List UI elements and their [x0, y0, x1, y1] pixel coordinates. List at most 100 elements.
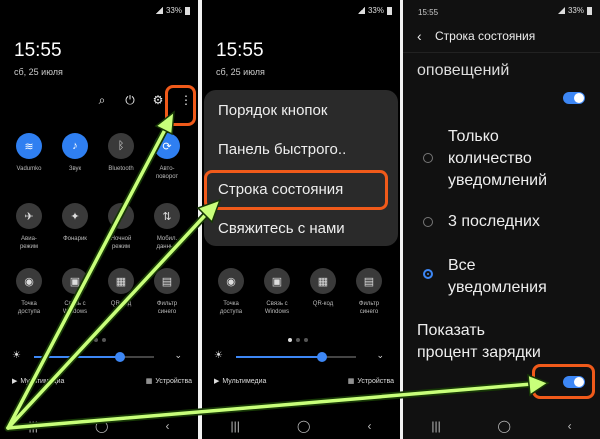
windows-link-icon[interactable]: ▣: [62, 268, 88, 294]
radio-last-three[interactable]: [423, 217, 433, 227]
quick-tile-label: Связь с Windows: [264, 301, 290, 315]
quick-tile[interactable]: ▤ Фильтр синего: [346, 268, 392, 316]
auto-rotate-icon[interactable]: ⟳: [154, 133, 180, 159]
menu-item-button-order[interactable]: Порядок кнопок: [218, 102, 327, 119]
qr-code-icon[interactable]: ▦: [310, 268, 336, 294]
quick-tile-label: Фильтр синего: [156, 301, 178, 315]
quick-tile-label: Ночной режим: [110, 236, 132, 250]
bluetooth-icon[interactable]: ᛒ: [108, 133, 134, 159]
quick-tile-label: QR-код: [110, 301, 132, 307]
mobile-data-icon[interactable]: ⇅: [154, 203, 180, 229]
recent-apps-icon[interactable]: |||: [231, 419, 240, 433]
navigation-bar: ||| ◯ ‹: [0, 419, 198, 433]
hotspot-icon[interactable]: ◉: [16, 268, 42, 294]
devices-button[interactable]: ▦ Устройства: [348, 377, 394, 385]
quick-tile[interactable]: ◉ Точка доступа: [208, 268, 254, 316]
menu-item-quick-panel[interactable]: Панель быстрого..: [218, 141, 346, 158]
media-button[interactable]: ▶ Мультимедиа: [12, 377, 64, 385]
quick-tile[interactable]: ♪ Звук: [52, 133, 98, 181]
option-all[interactable]: Все уведомления: [448, 255, 547, 299]
status-bar: 33%: [557, 6, 592, 15]
quick-tile-label: Звук: [68, 166, 82, 172]
quick-tile-label: Точка доступа: [219, 301, 243, 315]
menu-item-contact-us[interactable]: Свяжитесь с нами: [218, 220, 345, 237]
home-icon[interactable]: ◯: [297, 419, 310, 433]
home-icon[interactable]: ◯: [497, 419, 510, 433]
option-count-only[interactable]: Только количество уведомлений: [448, 126, 547, 192]
home-icon[interactable]: ◯: [95, 419, 108, 433]
page-dot: [288, 338, 292, 342]
media-button[interactable]: ▶ Мультимедиа: [214, 377, 266, 385]
page-title: Строка состояния: [435, 29, 536, 43]
grid-icon: ▦: [145, 378, 153, 385]
brightness-slider[interactable]: ☀ ⌄: [12, 350, 188, 364]
quick-tile-label: Авиа- режим: [19, 236, 39, 250]
quick-tile[interactable]: ▣ Связь с Windows: [52, 268, 98, 316]
quick-tile[interactable]: ✈ Авиа- режим: [6, 203, 52, 251]
quick-tile[interactable]: ◉ Точка доступа: [6, 268, 52, 316]
quick-tile[interactable]: ▤ Фильтр синего: [144, 268, 190, 316]
quick-tile[interactable]: ⇅ Мобил. данные: [144, 203, 190, 251]
recent-apps-icon[interactable]: |||: [29, 419, 38, 433]
recent-apps-icon[interactable]: |||: [431, 419, 440, 433]
overflow-menu: Порядок кнопок Панель быстрого.. Строка …: [204, 90, 398, 246]
radio-count-only[interactable]: [423, 153, 433, 163]
devices-label: Устройства: [155, 378, 192, 385]
brightness-knob[interactable]: [317, 352, 328, 362]
quick-tile[interactable]: ≋ Vadumko: [6, 133, 52, 181]
flashlight-icon[interactable]: ✦: [62, 203, 88, 229]
status-bar: 33%: [357, 6, 392, 15]
battery-percent: 33%: [367, 6, 384, 15]
brightness-knob[interactable]: [115, 352, 126, 362]
quick-tile[interactable]: ⟳ Авто- поворот: [144, 133, 190, 181]
windows-link-icon[interactable]: ▣: [264, 268, 290, 294]
header-divider: [403, 52, 600, 53]
back-icon[interactable]: ‹: [367, 419, 371, 433]
blue-filter-icon[interactable]: ▤: [356, 268, 382, 294]
signal-icon: [557, 7, 565, 14]
highlight-percent-toggle: [532, 364, 595, 399]
power-icon[interactable]: ⏻: [123, 93, 137, 107]
quick-tile-label: Bluetooth: [108, 166, 134, 172]
quick-tile[interactable]: ᛒ Bluetooth: [98, 133, 144, 181]
quick-tile[interactable]: ✦ Фонарик: [52, 203, 98, 251]
quick-tile-label: Мобил. данные: [156, 236, 178, 250]
status-bar: 33%: [155, 6, 190, 15]
quick-tile-label: QR-код: [312, 301, 334, 307]
notifications-toggle[interactable]: [563, 92, 585, 104]
quick-tiles-grid-2: ◉ Точка доступа ▣ Связь с Windows ▦ QR-код ▤ Фи…: [6, 268, 192, 316]
qr-code-icon[interactable]: ▦: [108, 268, 134, 294]
quick-panel-menu-screen: 33% 15:55 сб, 25 июля ◉ Точка доступа ▣ Свя…: [202, 0, 400, 439]
play-icon: ▶: [12, 378, 18, 385]
back-arrow-icon[interactable]: ‹: [417, 28, 422, 44]
toggle-knob: [574, 93, 584, 103]
back-icon[interactable]: ‹: [568, 419, 572, 433]
brightness-track[interactable]: [236, 352, 356, 362]
quick-tile[interactable]: ▦ QR-код: [300, 268, 346, 316]
gear-icon[interactable]: ⚙: [151, 93, 165, 107]
quick-tile[interactable]: ▣ Связь с Windows: [254, 268, 300, 316]
option-last-three[interactable]: 3 последних: [448, 211, 540, 233]
search-icon[interactable]: ⌕: [95, 93, 109, 107]
status-time: 15:55: [418, 8, 439, 17]
brightness-fill: [236, 356, 323, 358]
blue-filter-icon[interactable]: ▤: [154, 268, 180, 294]
wifi-icon[interactable]: ≋: [16, 133, 42, 159]
brightness-slider[interactable]: ☀ ⌄: [214, 350, 390, 364]
devices-button[interactable]: ▦ Устройства: [146, 377, 192, 385]
speaker-icon[interactable]: ♪: [62, 133, 88, 159]
quick-tile-label: Связь с Windows: [62, 301, 88, 315]
quick-tile[interactable]: ▦ QR-код: [98, 268, 144, 316]
date: сб, 25 июля: [14, 67, 63, 77]
radio-all[interactable]: [423, 269, 433, 279]
chevron-down-icon[interactable]: ⌄: [174, 350, 182, 361]
hotspot-icon[interactable]: ◉: [218, 268, 244, 294]
back-icon[interactable]: ‹: [165, 419, 169, 433]
sun-icon: ☀: [12, 350, 21, 361]
quick-tile-label: Точка доступа: [17, 301, 41, 315]
quick-tile[interactable]: ☾ Ночной режим: [98, 203, 144, 251]
night-mode-icon[interactable]: ☾: [108, 203, 134, 229]
airplane-icon[interactable]: ✈: [16, 203, 42, 229]
chevron-down-icon[interactable]: ⌄: [376, 350, 384, 361]
brightness-track[interactable]: [34, 352, 154, 362]
